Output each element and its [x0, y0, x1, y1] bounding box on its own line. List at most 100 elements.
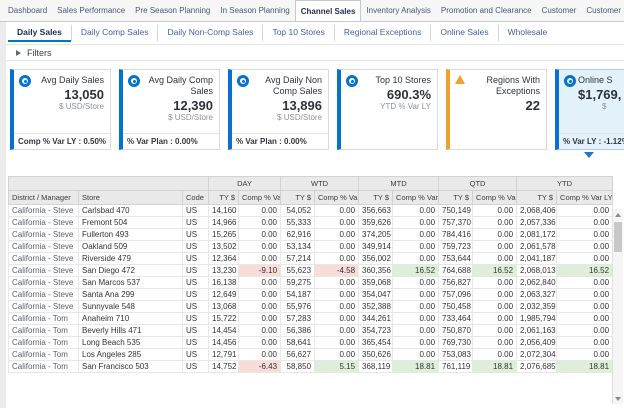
page-left-gutter [0, 22, 6, 408]
tab-inventory-analysis[interactable]: Inventory Analysis [361, 0, 435, 21]
comp-var-cell: 0.00 [315, 325, 359, 337]
store-cell: Carlsbad 470 [79, 205, 183, 217]
scrollbar-track[interactable] [612, 209, 623, 404]
store-cell: San Francisco 503 [79, 361, 183, 373]
tab-customer-segment[interactable]: Customer Segment [581, 0, 624, 21]
tab-pre-season-planning[interactable]: Pre Season Planning [130, 0, 215, 21]
table-row[interactable]: California - SteveSunnyvale 548US13,0680… [9, 301, 613, 313]
column-header-ty[interactable]: TY $ [281, 191, 315, 205]
comp-var-cell: 0.00 [393, 337, 439, 349]
kpi-subtitle: $ USD/Store [34, 102, 104, 112]
column-header-code[interactable]: Code [183, 191, 209, 205]
store-cell: San Marcos 537 [79, 277, 183, 289]
column-header-ty[interactable]: TY $ [209, 191, 239, 205]
table-row[interactable]: California - SteveSan Marcos 537US16,138… [9, 277, 613, 289]
scrollbar-up-button[interactable] [613, 209, 623, 220]
store-cell: Anaheim 710 [79, 313, 183, 325]
table-row[interactable]: California - SteveSanta Ana 299US12,6490… [9, 289, 613, 301]
ty-cell: 2,032,359 [517, 301, 557, 313]
ty-cell: 2,056,409 [517, 337, 557, 349]
table-row[interactable]: California - TomSan Francisco 503US14,75… [9, 361, 613, 373]
scrollbar-down-button[interactable] [613, 393, 623, 404]
table-row[interactable]: California - SteveOakland 509US13,5020.0… [9, 241, 613, 253]
subtab-daily-sales[interactable]: Daily Sales [8, 25, 71, 42]
table-row[interactable]: California - TomBeverly Hills 471US14,45… [9, 325, 613, 337]
comp-var-cell: 0.00 [393, 325, 439, 337]
tab-sales-performance[interactable]: Sales Performance [52, 0, 130, 21]
scrollbar-thumb[interactable] [614, 222, 622, 252]
column-header-comp-var-ly[interactable]: Comp % Var LY [473, 191, 517, 205]
kpi-card-avg-daily-sales[interactable]: Avg Daily Sales13,050$ USD/StoreComp % V… [10, 69, 111, 150]
district-cell: California - Steve [9, 277, 79, 289]
tab-dashboard[interactable]: Dashboard [3, 0, 52, 21]
ty-cell: 57,283 [281, 313, 315, 325]
tab-customer[interactable]: Customer [537, 0, 582, 21]
comp-var-cell: 0.00 [393, 205, 439, 217]
ty-cell: 354,047 [359, 289, 393, 301]
ty-cell: 12,364 [209, 253, 239, 265]
ty-cell: 764,688 [439, 265, 473, 277]
warning-icon [455, 75, 465, 84]
tab-promotion-and-clearance[interactable]: Promotion and Clearance [436, 0, 537, 21]
subtab-top-10-stores[interactable]: Top 10 Stores [262, 25, 333, 42]
table-row[interactable]: California - TomLong Beach 535US14,4560.… [9, 337, 613, 349]
top-tab-bar: DashboardSales PerformancePre Season Pla… [0, 0, 624, 22]
table-row[interactable]: California - SteveFullerton 493US15,2650… [9, 229, 613, 241]
kpi-card-regions-with-exceptions[interactable]: Regions With Exceptions22 [446, 69, 547, 150]
comp-var-cell: 0.00 [239, 349, 281, 361]
column-header-ty[interactable]: TY $ [517, 191, 557, 205]
filters-expander[interactable]: Filters [6, 44, 624, 61]
subtab-regional-exceptions[interactable]: Regional Exceptions [334, 25, 431, 42]
table-row[interactable]: California - SteveSan Diego 472US13,230-… [9, 265, 613, 277]
kpi-card-avg-daily-non-comp-sales[interactable]: Avg Daily Non Comp Sales13,896$ USD/Stor… [228, 69, 329, 150]
table-row[interactable]: California - TomAnaheim 710US15,7220.005… [9, 313, 613, 325]
tab-in-season-planning[interactable]: In Season Planning [215, 0, 294, 21]
store-cell: Sunnyvale 548 [79, 301, 183, 313]
district-cell: California - Tom [9, 337, 79, 349]
column-header-comp-var-ly[interactable]: Comp % Var LY [393, 191, 439, 205]
kpi-card-avg-daily-comp-sales[interactable]: Avg Daily Comp Sales12,390$ USD/Store% V… [119, 69, 220, 150]
comp-var-cell: 0.00 [239, 289, 281, 301]
code-cell: US [183, 277, 209, 289]
comp-var-cell: 0.00 [473, 205, 517, 217]
store-cell: Fullerton 493 [79, 229, 183, 241]
comp-var-cell: 0.00 [393, 241, 439, 253]
ty-cell: 360,356 [359, 265, 393, 277]
comp-var-cell: 0.00 [557, 229, 613, 241]
ty-cell: 2,081,172 [517, 229, 557, 241]
ty-cell: 2,068,013 [517, 265, 557, 277]
ty-cell: 756,827 [439, 277, 473, 289]
ty-cell: 53,134 [281, 241, 315, 253]
subtab-wholesale[interactable]: Wholesale [498, 25, 557, 42]
column-header-ty[interactable]: TY $ [439, 191, 473, 205]
column-header-comp-var-ly[interactable]: Comp % Var LY [557, 191, 613, 205]
column-header-store[interactable]: Store [79, 191, 183, 205]
table-row[interactable]: California - SteveRiverside 479US12,3640… [9, 253, 613, 265]
ty-cell: 356,002 [359, 253, 393, 265]
up-arrow-icon [615, 213, 621, 217]
subtab-daily-comp-sales[interactable]: Daily Comp Sales [71, 25, 158, 42]
kpi-subtitle: $ [578, 102, 624, 112]
comp-var-cell: 0.00 [315, 205, 359, 217]
comp-var-cell: 0.00 [393, 349, 439, 361]
comp-var-cell: 0.00 [393, 301, 439, 313]
ty-cell: 359,068 [359, 277, 393, 289]
down-arrow-icon [615, 397, 621, 401]
subtab-daily-non-comp-sales[interactable]: Daily Non-Comp Sales [157, 25, 262, 42]
table-row[interactable]: California - TomLos Angeles 285US12,7910… [9, 349, 613, 361]
column-header-comp-var-ly[interactable]: Comp % Var LY [239, 191, 281, 205]
comp-var-cell: 0.00 [557, 313, 613, 325]
tab-channel-sales[interactable]: Channel Sales [295, 0, 362, 22]
kpi-subtitle: $ USD/Store [143, 113, 213, 123]
subtab-online-sales[interactable]: Online Sales [430, 25, 497, 42]
column-header-comp-var-ly[interactable]: Comp % Var LY [315, 191, 359, 205]
column-header-district-manager[interactable]: District / Manager [9, 191, 79, 205]
ty-cell: 56,386 [281, 325, 315, 337]
column-header-ty[interactable]: TY $ [359, 191, 393, 205]
table-row[interactable]: California - SteveFremont 504US14,9660.0… [9, 217, 613, 229]
table-row[interactable]: California - SteveCarlsbad 470US14,1600.… [9, 205, 613, 217]
kpi-card-online-s[interactable]: Online S$1,769,$% Var LY : -1.12% [555, 69, 624, 150]
kpi-card-top-10-stores[interactable]: Top 10 Stores690.3%YTD % Var LY [337, 69, 438, 150]
comp-var-cell: 0.00 [393, 289, 439, 301]
target-icon [346, 75, 358, 87]
